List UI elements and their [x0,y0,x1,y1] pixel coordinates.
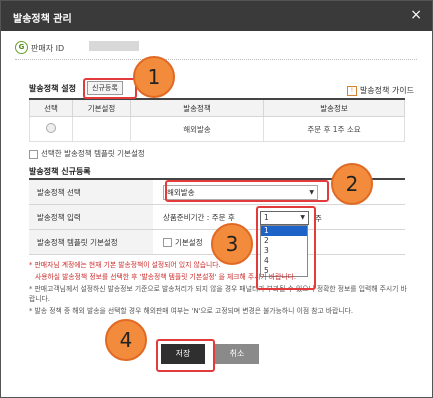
col-select: 선택 [29,98,73,117]
template-default-checkbox[interactable] [163,238,172,247]
step-marker-4: 4 [105,319,147,361]
seller-id-label: 판매자 ID [31,44,65,53]
close-icon[interactable]: × [410,7,422,23]
step-marker-2: 2 [331,163,373,205]
title-bar: 발송정책 관리 × [1,1,432,31]
default-checkbox-line[interactable]: 선택한 발송정책 템플릿 기본설정 [29,148,145,159]
cancel-button[interactable]: 취소 [215,344,259,364]
policy-guide-label: 발송정책 가이드 [359,86,414,95]
default-checkbox-label: 선택한 발송정책 템플릿 기본설정 [41,149,145,158]
highlight-prep-period [256,206,316,290]
col-policy: 발송정책 [130,98,264,117]
cell-info-text: 주문 후 1주 소요 [307,124,361,134]
step-marker-3: 3 [211,223,253,265]
seller-id-masked [89,41,139,51]
cell-policy: 해외발송 [130,116,264,142]
note-item: * 판매고객님께서 설정하신 발송정보 기준으로 발송처리가 되지 않을 경우 … [29,285,407,303]
policy-section-title: 발송정책 설정 [29,84,76,93]
prep-period-unit: 주 [315,214,322,223]
policy-window: 발송정책 관리 × G 판매자 ID 발송정책 설정 신규등록 ! 발송정책 가이… [0,0,433,398]
table-row: 해외발송 주문 후 1주 소요 [29,116,405,142]
note-item: * 판매자님 계정에는 현재 기본 발송정책이 설정되어 있지 않습니다. [29,261,221,269]
cell-default [72,116,131,142]
default-checkbox[interactable] [29,149,38,159]
policy-table: 선택 기본설정 발송정책 발송정보 해외발송 주문 후 1주 소요 [29,98,405,142]
col-default: 기본설정 [72,98,131,117]
notes: * 판매자님 계정에는 현재 기본 발송정책이 설정되어 있지 않습니다. 사용… [29,260,409,318]
window-title: 발송정책 관리 [13,14,72,25]
step-marker-1: 1 [133,56,175,98]
warning-icon: ! [346,85,357,96]
highlight-policy-select [165,180,329,202]
cell-info: 주문 후 1주 소요 [263,116,405,142]
separator [15,59,417,61]
row-label-select: 발송정책 선택 [29,178,153,205]
policy-radio[interactable] [46,123,56,133]
row-label-template: 발송정책 템플릿 기본설정 [29,229,153,255]
highlight-register [83,78,137,99]
prep-period-label: 상품준비기간 : 주문 후 [163,212,235,222]
note-item: * 발송 정책 중 해외 발송을 선택할 경우 해외판매 여부는 'N'으로 고… [29,307,354,315]
seller-g-icon: G [15,41,28,54]
new-section-title: 발송정책 신규등록 [29,167,91,176]
policy-guide-link[interactable]: ! 발송정책 가이드 [346,85,414,96]
note-item: 사용하실 발송정책 정보를 선택한 후 '발송정책 템플릿 기본설정' 을 체크… [35,273,297,281]
col-info: 발송정보 [263,98,405,117]
row-label-input: 발송정책 입력 [29,204,153,230]
template-default-label: 기본설정 [175,237,203,247]
highlight-save [156,339,215,372]
